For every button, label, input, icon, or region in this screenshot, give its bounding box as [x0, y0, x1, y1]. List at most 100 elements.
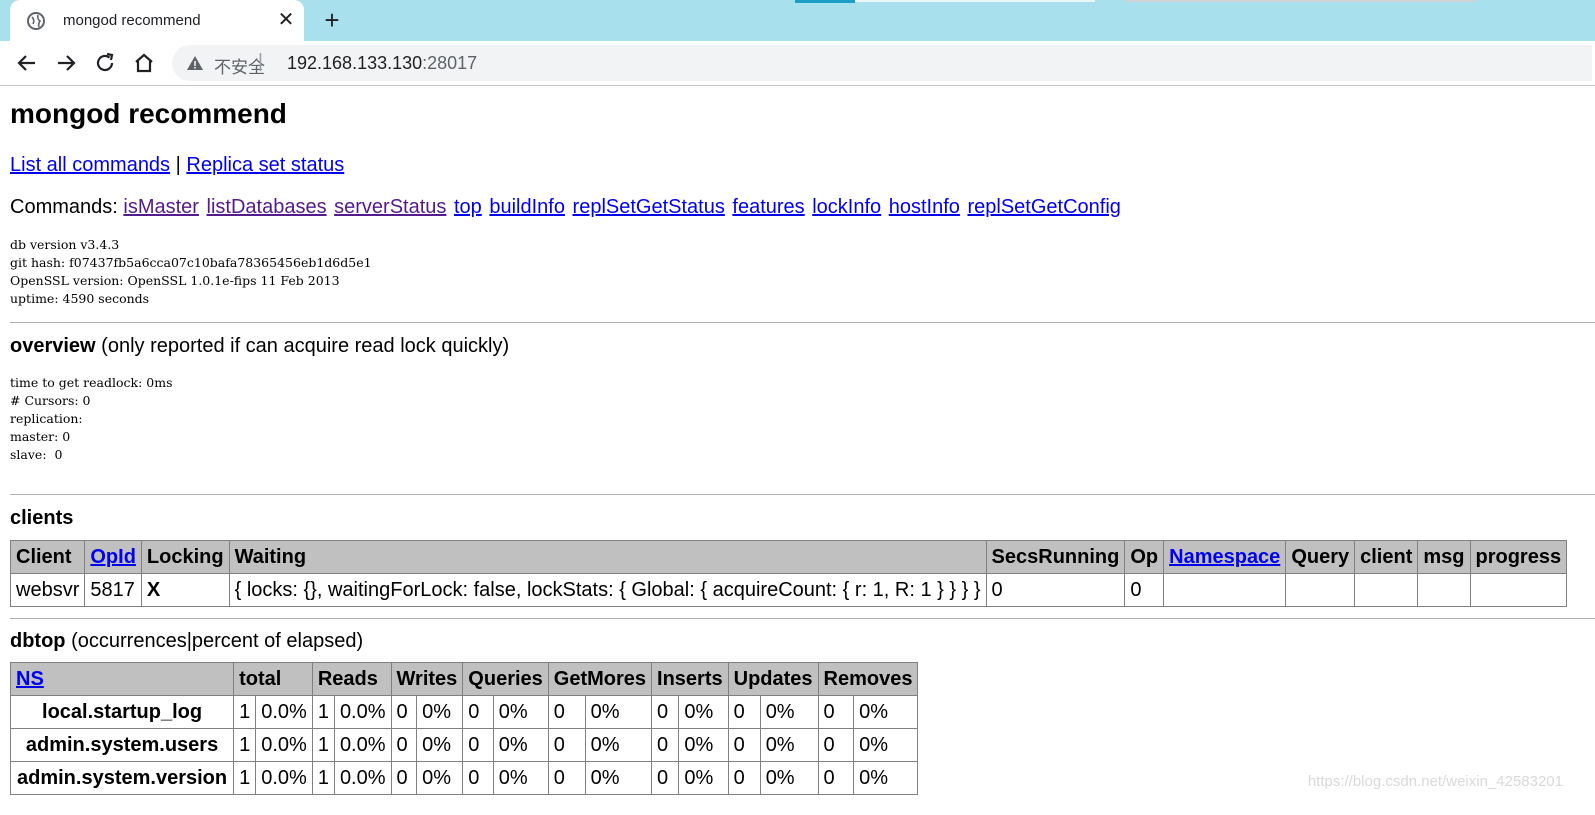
col-getmores: GetMores [547, 662, 653, 696]
command-link-hostinfo[interactable]: hostInfo [889, 196, 960, 218]
col-msg: msg [1417, 540, 1471, 574]
cell-value: 0% [492, 761, 549, 795]
tab-title: mongod recommend [63, 12, 201, 29]
table-header-row: Client OpId Locking Waiting SecsRunning … [9, 540, 1568, 574]
cell-value: 0% [416, 695, 464, 729]
browser-toolbar: 不安全 | 192.168.133.130:28017 [0, 41, 1595, 86]
cell-ns: local.startup_log [9, 695, 235, 729]
locking-value: X [146, 578, 161, 601]
clients-table: Client OpId Locking Waiting SecsRunning … [9, 540, 1568, 607]
cell-value: 0 [390, 695, 418, 729]
tab-strip: mongod recommend ✕ + [0, 0, 1595, 41]
cell-value: 1 [311, 761, 335, 795]
command-link-replsetgetstatus[interactable]: replSetGetStatus [573, 196, 725, 218]
close-icon[interactable]: ✕ [274, 8, 298, 32]
col-locking: Locking [140, 540, 230, 574]
new-tab-button[interactable]: + [318, 6, 346, 34]
cell-value: 0 [462, 695, 494, 729]
cell-value: 1 [311, 728, 335, 762]
col-total: total [233, 662, 313, 696]
col-inserts: Inserts [651, 662, 729, 696]
home-icon[interactable] [129, 48, 159, 78]
window-deco [1125, 0, 1475, 2]
cell-value: 0.0% [255, 761, 313, 795]
cell-value: 0% [853, 728, 919, 762]
cell-value: 0 [727, 761, 761, 795]
col-opid: OpId [84, 540, 142, 574]
commands-bar: Commands: isMaster listDatabases serverS… [10, 196, 1123, 219]
browser-tab[interactable]: mongod recommend ✕ [10, 0, 304, 41]
cell-value: 0% [853, 761, 919, 795]
version-info: db version v3.4.3 git hash: f07437fb5a6c… [10, 237, 372, 306]
divider [10, 322, 1595, 323]
cell-value: 0% [678, 695, 729, 729]
command-link-serverstatus[interactable]: serverStatus [334, 196, 446, 218]
cell-op: 0 [1124, 573, 1165, 607]
command-link-top[interactable]: top [454, 196, 482, 218]
dbtop-title: dbtop [10, 630, 66, 652]
opid-sort-link[interactable]: OpId [90, 546, 136, 568]
cell-value: 0 [651, 695, 680, 729]
cell-locking: X [140, 573, 230, 607]
command-link-ismaster[interactable]: isMaster [123, 196, 199, 218]
table-row: admin.system.version 1 0.0% 1 0.0% 0 0% … [9, 761, 919, 795]
col-waiting: Waiting [228, 540, 987, 574]
overview-heading: overview (only reported if can acquire r… [10, 335, 509, 358]
col-secsrunning: SecsRunning [985, 540, 1126, 574]
nav-separator: | [175, 154, 181, 176]
forward-arrow-icon[interactable] [51, 48, 81, 78]
url-text[interactable]: 192.168.133.130:28017 [287, 53, 477, 74]
cell-secsrunning: 0 [985, 573, 1126, 607]
col-reads: Reads [311, 662, 392, 696]
back-arrow-icon[interactable] [12, 48, 42, 78]
address-bar[interactable]: 不安全 | 192.168.133.130:28017 [172, 45, 1592, 81]
cell-value: 0.0% [333, 761, 392, 795]
cell-value: 1 [311, 695, 335, 729]
cell-ns: admin.system.users [9, 728, 235, 762]
cell-value: 0% [584, 728, 653, 762]
list-all-commands-link[interactable]: List all commands [10, 154, 170, 176]
cell-value: 0% [678, 761, 729, 795]
cell-value: 0% [853, 695, 919, 729]
col-op: Op [1124, 540, 1165, 574]
divider [10, 494, 1595, 495]
cell-value: 0 [547, 728, 586, 762]
globe-icon [26, 11, 46, 31]
col-queries: Queries [462, 662, 549, 696]
command-link-replsetgetconfig[interactable]: replSetGetConfig [967, 196, 1120, 218]
cell-query [1285, 573, 1356, 607]
namespace-sort-link[interactable]: Namespace [1169, 546, 1280, 568]
cell-value: 0 [817, 695, 855, 729]
cell-opid: 5817 [84, 573, 142, 607]
warning-icon[interactable] [186, 54, 204, 72]
replica-set-status-link[interactable]: Replica set status [186, 154, 344, 176]
cell-progress [1469, 573, 1568, 607]
watermark: https://blog.csdn.net/weixin_42583201 [1307, 773, 1563, 790]
command-link-features[interactable]: features [732, 196, 804, 218]
dbtop-heading: dbtop (occurrences|percent of elapsed) [10, 630, 363, 653]
cell-value: 0% [759, 761, 819, 795]
cell-namespace [1163, 573, 1287, 607]
command-link-buildinfo[interactable]: buildInfo [489, 196, 565, 218]
overview-note: (only reported if can acquire read lock … [101, 335, 510, 357]
table-header-row: NS total Reads Writes Queries GetMores I… [9, 662, 919, 696]
col-progress: progress [1469, 540, 1568, 574]
cell-value: 0% [416, 728, 464, 762]
cell-value: 0% [759, 695, 819, 729]
cell-value: 0% [584, 695, 653, 729]
clients-heading: clients [10, 507, 73, 530]
cell-value: 1 [233, 728, 257, 762]
col-namespace: Namespace [1163, 540, 1287, 574]
col-writes: Writes [390, 662, 464, 696]
overview-details: time to get readlock: 0ms # Cursors: 0 r… [10, 375, 173, 462]
reload-icon[interactable] [90, 48, 120, 78]
command-link-lockinfo[interactable]: lockInfo [812, 196, 881, 218]
command-link-listdatabases[interactable]: listDatabases [207, 196, 327, 218]
commands-label: Commands: [10, 196, 118, 218]
ns-sort-link[interactable]: NS [16, 668, 44, 690]
url-host: 192.168.133.130 [287, 53, 423, 73]
table-row: websvr 5817 X { locks: {}, waitingForLoc… [9, 573, 1568, 607]
cell-value: 0 [651, 728, 680, 762]
cell-value: 0 [727, 728, 761, 762]
col-client: Client [9, 540, 86, 574]
